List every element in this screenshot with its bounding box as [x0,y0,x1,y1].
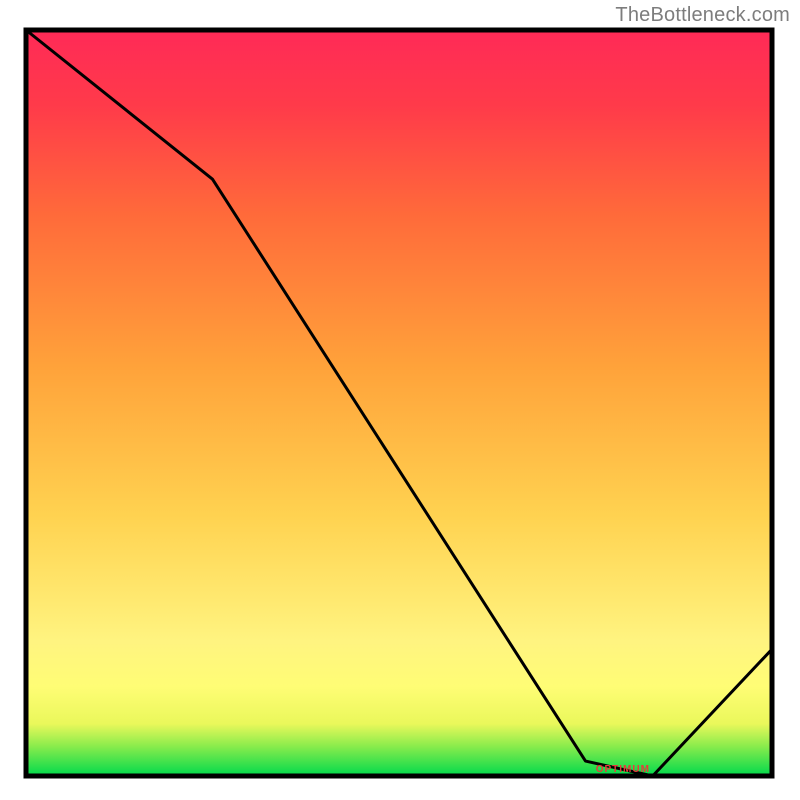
optimum-label: OPTIMUM [596,764,650,775]
gradient-background [26,30,772,776]
chart-stage: TheBottleneck.com OPTIMUM [0,0,800,800]
bottleneck-chart: OPTIMUM [0,0,800,800]
